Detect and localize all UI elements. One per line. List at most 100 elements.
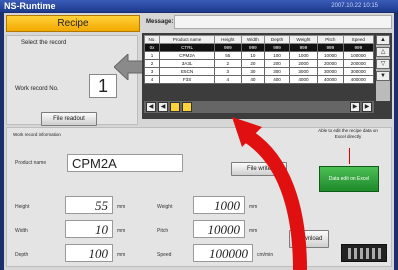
cell: 10000 [317, 51, 344, 60]
arrow-left-icon [114, 54, 144, 80]
cell: 2 [143, 59, 161, 68]
recipe-screen: Recipe Message: Select the record Work r… [4, 13, 394, 270]
folder-icon[interactable] [182, 102, 192, 112]
cell: 100 [264, 51, 290, 60]
cell: 40000 [317, 75, 344, 84]
cell: 4 [143, 75, 161, 84]
cell: 3000 [288, 67, 319, 76]
col-speed: Speed [342, 35, 375, 44]
product-name-label: Product name [15, 160, 47, 166]
clock: 2007.10.22 10:15 [331, 3, 378, 9]
cell: 3 [143, 67, 161, 76]
recipe-table-panel: No. Product name Height Width Depth Weig… [142, 33, 392, 119]
cell: 30 [240, 67, 266, 76]
width-field[interactable]: 10 [65, 220, 113, 238]
depth-field[interactable]: 100 [65, 244, 113, 262]
message-bar [174, 15, 392, 29]
cell: 3A3L [159, 59, 216, 68]
cell: 4 [214, 75, 242, 84]
cell: 400 [264, 75, 290, 84]
depth-label: Depth [15, 252, 29, 258]
col-width: Width [240, 35, 266, 44]
height-field[interactable]: 55 [65, 196, 113, 214]
prev-page-icon[interactable]: ◀ [158, 102, 168, 112]
work-record-label: Work record No. [15, 86, 59, 92]
message-label: Message: [146, 19, 174, 25]
scroll-down-icon[interactable]: ▽ [376, 59, 390, 69]
cell: 999 [342, 43, 375, 52]
col-product-name: Product name [159, 35, 216, 44]
speed-label: Speed [157, 252, 172, 258]
product-name-field[interactable]: CPM2A [67, 154, 183, 172]
weight-label: Weight [157, 204, 173, 210]
work-record-input[interactable]: 1 [89, 74, 117, 98]
cell: CPM2A [159, 51, 216, 60]
cell: 300 [264, 67, 290, 76]
table-scrollbar[interactable]: ▲ △ ▽ ▼ [376, 35, 390, 101]
width-label: Width [15, 228, 28, 234]
cell: 200 [264, 59, 290, 68]
cell: E5CN [159, 67, 216, 76]
col-no: No. [143, 35, 161, 44]
cell: CTRL [159, 43, 216, 52]
table-row[interactable]: 2 3A3L 2 20 200 2000 20000 200000 [143, 59, 375, 68]
cell: 1 [143, 51, 161, 60]
width-unit: mm [117, 228, 126, 234]
cell: 2 [214, 59, 242, 68]
file-readout-button[interactable]: File readout [41, 112, 97, 126]
table-row[interactable]: 4 F3S 4 40 400 4000 40000 400000 [143, 75, 375, 84]
depth-unit: mm [117, 252, 126, 258]
select-record-title: Select the record [21, 40, 67, 46]
down-arrow-icon [349, 148, 350, 164]
title-bar: NS-Runtime 2007.10.22 10:15 [0, 0, 398, 12]
cell: 55 [214, 51, 242, 60]
cell: 200000 [342, 59, 375, 68]
cell: 999 [214, 43, 242, 52]
cell: 20000 [317, 59, 344, 68]
select-record-panel: Select the record Work record No. 1 File… [6, 35, 138, 126]
cell: 10 [240, 51, 266, 60]
cell: 1000 [288, 51, 319, 60]
height-label: Height [15, 204, 30, 210]
table-nav-bar: ◀ ◀ ▶ ▶ [144, 101, 374, 113]
scroll-bottom-icon[interactable]: ▼ [376, 71, 390, 81]
cell: F3S [159, 75, 216, 84]
table-row[interactable]: 0x CTRL 999 999 999 999 999 999 [143, 43, 375, 52]
cell: 3 [214, 67, 242, 76]
cell: 4000 [288, 75, 319, 84]
cell: 300000 [342, 67, 375, 76]
col-depth: Depth [264, 35, 290, 44]
cell: 999 [264, 43, 290, 52]
scroll-top-icon[interactable]: ▲ [376, 35, 390, 45]
cell: 0x [143, 43, 161, 52]
cell: 20 [240, 59, 266, 68]
table-header-row: No. Product name Height Width Depth Weig… [143, 35, 375, 44]
cell: 100000 [342, 51, 375, 60]
table-row[interactable]: 3 E5CN 3 30 300 3000 30000 300000 [143, 67, 375, 76]
data-edit-excel-button[interactable]: Data edit on Excel [319, 166, 379, 192]
next-page-icon[interactable]: ▶ [350, 102, 360, 112]
cell: 30000 [317, 67, 344, 76]
pitch-label: Pitch [157, 228, 169, 234]
window-title: NS-Runtime [4, 1, 56, 11]
recipe-tab[interactable]: Recipe [6, 15, 140, 32]
last-page-icon[interactable]: ▶ [362, 102, 372, 112]
plc-device-icon [341, 244, 387, 262]
col-height: Height [214, 35, 242, 44]
cell: 999 [240, 43, 266, 52]
cell: 40 [240, 75, 266, 84]
height-unit: mm [117, 204, 126, 210]
scroll-up-icon[interactable]: △ [376, 47, 390, 57]
col-pitch: Pitch [317, 35, 344, 44]
recipe-table[interactable]: No. Product name Height Width Depth Weig… [143, 35, 375, 84]
cell: 2000 [288, 59, 319, 68]
col-weight: Weight [288, 35, 319, 44]
info-title: Work record information [13, 132, 61, 137]
red-curved-arrow-icon [232, 117, 307, 270]
folder-icon[interactable] [170, 102, 180, 112]
cell: 999 [317, 43, 344, 52]
first-page-icon[interactable]: ◀ [146, 102, 156, 112]
table-row[interactable]: 1 CPM2A 55 10 100 1000 10000 100000 [143, 51, 375, 60]
work-record-info-panel: Work record information Able to edit the… [6, 127, 392, 267]
cell: 400000 [342, 75, 375, 84]
